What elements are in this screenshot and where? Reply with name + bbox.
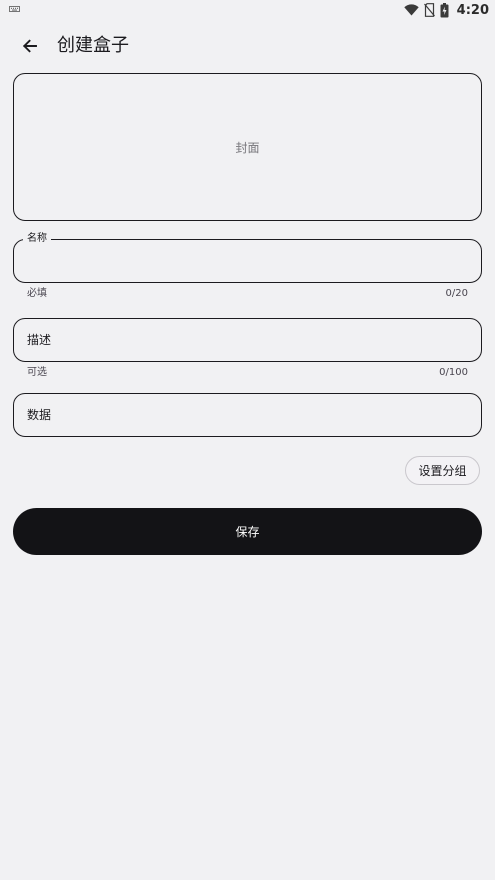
no-sim-icon bbox=[423, 3, 435, 17]
status-time: 4:20 bbox=[456, 2, 489, 18]
description-field[interactable]: 描述 bbox=[13, 318, 482, 362]
battery-charging-icon bbox=[440, 2, 449, 17]
data-placeholder: 数据 bbox=[27, 408, 52, 422]
set-group-button[interactable]: 设置分组 bbox=[405, 456, 480, 485]
save-button[interactable]: 保存 bbox=[13, 508, 482, 555]
name-field-label: 名称 bbox=[23, 232, 51, 246]
name-char-counter: 0/20 bbox=[445, 288, 468, 299]
status-bar: 4:20 bbox=[0, 0, 495, 20]
status-icons: 4:20 bbox=[403, 1, 489, 19]
name-field[interactable]: 名称 bbox=[13, 232, 482, 283]
wifi-icon bbox=[403, 4, 419, 16]
description-helper-text: 可选 bbox=[27, 367, 47, 378]
data-field[interactable]: 数据 bbox=[13, 393, 482, 437]
description-placeholder: 描述 bbox=[27, 333, 52, 347]
cover-picker[interactable]: 封面 bbox=[13, 73, 482, 221]
keyboard-icon bbox=[9, 6, 20, 12]
arrow-back-icon[interactable] bbox=[20, 36, 40, 56]
page-title: 创建盒子 bbox=[57, 35, 129, 56]
name-helper-text: 必填 bbox=[27, 288, 47, 299]
description-char-counter: 0/100 bbox=[439, 367, 468, 378]
cover-label: 封面 bbox=[235, 140, 260, 155]
